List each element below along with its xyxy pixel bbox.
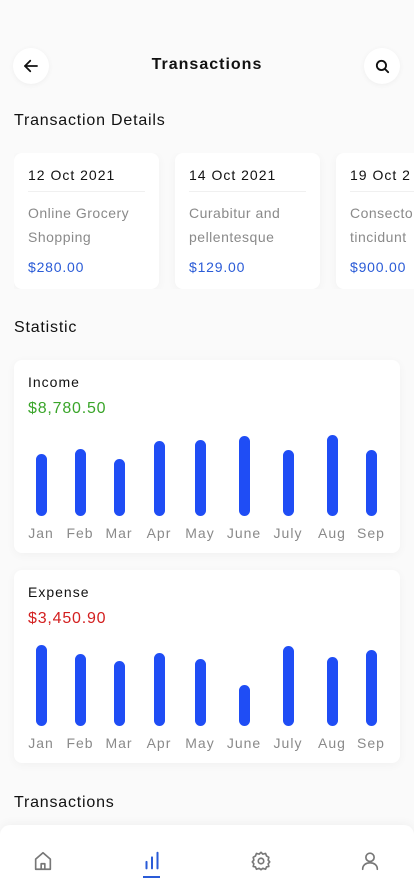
month-label: May <box>185 525 215 541</box>
bar-sep <box>365 450 377 516</box>
bar-mar <box>113 661 125 726</box>
expense-value: $3,450.90 <box>28 610 107 627</box>
search-icon <box>375 59 389 73</box>
bar-apr <box>153 653 165 726</box>
bar-feb <box>74 654 86 726</box>
nav-home[interactable] <box>29 847 57 875</box>
bar-aug <box>326 435 338 516</box>
profile-icon <box>361 852 379 871</box>
income-value: $8,780.50 <box>28 400 107 417</box>
month-label: Sep <box>357 525 385 541</box>
transaction-description: Consecto tincidunt <box>350 205 414 245</box>
bar-june <box>238 685 250 726</box>
transaction-amount: $129.00 <box>189 259 246 275</box>
transaction-card[interactable]: 19 Oct 2 Consecto tincidunt $900.00 <box>336 153 414 289</box>
transaction-details-carousel[interactable]: 12 Oct 2021 Online Grocery Shopping $280… <box>14 153 414 289</box>
nav-statistics[interactable] <box>138 847 166 875</box>
transaction-description: Online Grocery Shopping <box>28 205 130 245</box>
income-card: Income $8,780.50 Jan Feb Mar Apr May June July… <box>14 360 400 553</box>
bar-may <box>194 440 206 516</box>
bar-jan <box>35 454 47 516</box>
nav-settings[interactable] <box>247 847 275 875</box>
transaction-description: Curabitur and pellentesque <box>189 205 281 245</box>
transaction-card[interactable]: 12 Oct 2021 Online Grocery Shopping $280… <box>14 153 159 289</box>
divider <box>28 191 145 192</box>
page-title: Transactions <box>151 56 263 73</box>
header: Transactions <box>0 46 414 86</box>
transaction-details-title: Transaction Details <box>14 112 166 129</box>
bottom-nav <box>0 825 414 896</box>
bar-july <box>282 450 294 516</box>
expense-chart: Jan Feb Mar Apr May June July Aug Sep <box>14 642 400 752</box>
expense-card: Expense $3,450.90 Jan Feb Mar Apr May June Jul… <box>14 570 400 763</box>
bar-july <box>282 646 294 726</box>
settings-icon <box>251 851 271 871</box>
bar-jan <box>35 645 47 726</box>
nav-active-indicator <box>143 876 160 878</box>
expense-label: Expense <box>28 584 90 600</box>
home-icon <box>34 851 52 871</box>
month-label: June <box>226 735 262 751</box>
transactions-title: Transactions <box>14 794 115 811</box>
income-chart: Jan Feb Mar Apr May June July Aug Sep <box>14 432 400 542</box>
month-label: July <box>273 735 303 751</box>
divider <box>189 191 306 192</box>
bar-mar <box>113 459 125 516</box>
search-button[interactable] <box>364 48 400 84</box>
transaction-card[interactable]: 14 Oct 2021 Curabitur and pellentesque $… <box>175 153 320 289</box>
month-label: Sep <box>357 735 385 751</box>
bar-may <box>194 659 206 726</box>
month-label: July <box>273 525 303 541</box>
nav-profile[interactable] <box>356 847 384 875</box>
transaction-amount: $280.00 <box>28 259 85 275</box>
month-label: May <box>185 735 215 751</box>
divider <box>350 191 414 192</box>
income-label: Income <box>28 374 80 390</box>
bar-aug <box>326 657 338 726</box>
statistic-title: Statistic <box>14 319 78 336</box>
month-label: June <box>226 525 262 541</box>
transaction-amount: $900.00 <box>350 259 407 275</box>
bar-feb <box>74 449 86 516</box>
bar-sep <box>365 650 377 726</box>
bar-apr <box>153 441 165 516</box>
transaction-date: 19 Oct 2 <box>350 167 411 183</box>
chart-icon <box>145 851 159 870</box>
transaction-date: 12 Oct 2021 <box>28 167 116 183</box>
transaction-date: 14 Oct 2021 <box>189 167 277 183</box>
bar-june <box>238 436 250 516</box>
